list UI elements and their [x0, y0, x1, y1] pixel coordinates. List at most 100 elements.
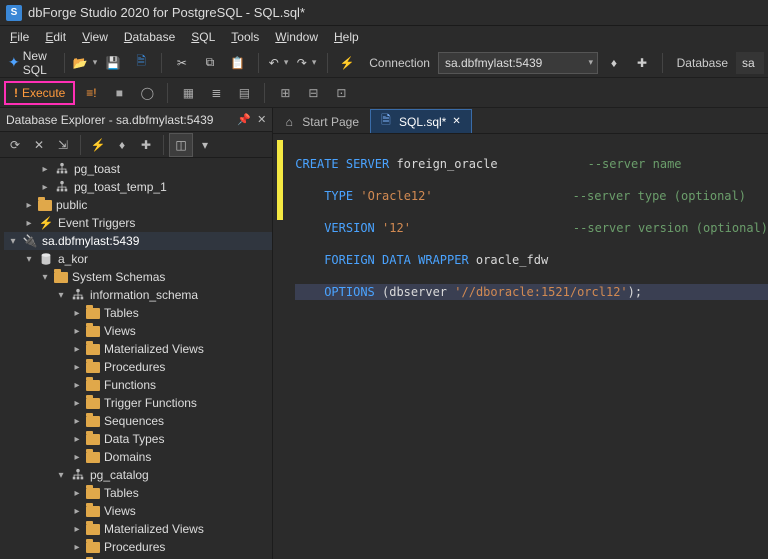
stop-icon: ■ [116, 86, 123, 100]
save-all-button[interactable]: 🗎 [129, 51, 153, 75]
menu-edit[interactable]: Edit [39, 28, 72, 46]
expand-toggle[interactable]: ▸ [72, 362, 82, 373]
connection-add-button[interactable]: ✚ [630, 51, 654, 75]
tree-node[interactable]: ▾System Schemas [4, 268, 272, 286]
expand-toggle[interactable]: ▸ [24, 218, 34, 229]
pin-icon[interactable]: 📌 [237, 113, 251, 126]
menu-file[interactable]: File [4, 28, 35, 46]
connection-select[interactable]: sa.dbfmylast:5439 ▾ [438, 52, 598, 74]
chart-view-button[interactable]: ▤ [232, 81, 256, 105]
expand-toggle[interactable]: ▸ [40, 182, 50, 193]
menu-window[interactable]: Window [269, 28, 324, 46]
tree-node[interactable]: ▸pg_toast_temp_1 [4, 178, 272, 196]
layout-1-button[interactable]: ⊞ [273, 81, 297, 105]
connect-button[interactable]: ⚡ [335, 51, 359, 75]
expand-toggle[interactable]: ▸ [72, 452, 82, 463]
expand-toggle[interactable]: ▸ [72, 416, 82, 427]
connection-props-button[interactable]: ♦ [111, 134, 133, 156]
folder-icon [86, 488, 100, 499]
expand-toggle[interactable]: ▾ [8, 236, 18, 247]
connection-manage-button[interactable]: ♦ [602, 51, 626, 75]
tree-node[interactable]: ▾a_kor [4, 250, 272, 268]
expand-toggle[interactable]: ▸ [72, 506, 82, 517]
tree-label: Materialized Views [104, 342, 204, 356]
undo-button[interactable]: ↶▾ [267, 51, 291, 75]
stop-button[interactable]: ■ [107, 81, 131, 105]
keyword: CREATE SERVER [295, 157, 389, 171]
collapse-button[interactable]: ⇲ [52, 134, 74, 156]
menu-tools[interactable]: Tools [225, 28, 265, 46]
folder-icon [86, 362, 100, 373]
tree-node[interactable]: ▸Domains [4, 448, 272, 466]
tree-node[interactable]: ▸public [4, 196, 272, 214]
paste-button[interactable]: 📋 [226, 51, 250, 75]
redo-button[interactable]: ↷▾ [295, 51, 319, 75]
tree-node[interactable]: ▸Procedures [4, 358, 272, 376]
tree-node[interactable]: ▾🔌sa.dbfmylast:5439 [4, 232, 272, 250]
tree-label: Trigger Functions [104, 396, 197, 410]
save-button[interactable]: 💾 [101, 51, 125, 75]
tree-node[interactable]: ▸Data Types [4, 430, 272, 448]
expand-toggle[interactable]: ▸ [72, 380, 82, 391]
grid-view-button[interactable]: ▦ [176, 81, 200, 105]
sql-editor[interactable]: CREATE SERVER foreign_oracle--server nam… [273, 134, 768, 559]
expand-toggle[interactable]: ▾ [56, 470, 66, 481]
menu-database[interactable]: Database [118, 28, 181, 46]
new-connection-button[interactable]: ⚡ [87, 134, 109, 156]
tree-node[interactable]: ▸⚡Event Triggers [4, 214, 272, 232]
expand-toggle[interactable]: ▸ [24, 200, 34, 211]
tree-node[interactable]: ▸Views [4, 502, 272, 520]
close-icon[interactable]: ✕ [257, 113, 266, 126]
execute-button[interactable]: ! Execute [4, 81, 75, 105]
expand-toggle[interactable]: ▸ [72, 434, 82, 445]
expand-toggle[interactable]: ▸ [72, 344, 82, 355]
schema-view-button[interactable]: ◫ [170, 134, 192, 156]
expand-toggle[interactable]: ▸ [72, 488, 82, 499]
open-button[interactable]: 📂▾ [73, 51, 97, 75]
close-icon[interactable]: ✕ [452, 116, 460, 127]
text-view-button[interactable]: ≣ [204, 81, 228, 105]
expand-toggle[interactable]: ▸ [72, 542, 82, 553]
copy-icon: ⧉ [206, 55, 215, 70]
tab-sql[interactable]: 🗎 SQL.sql* ✕ [370, 109, 472, 133]
connection-misc-button[interactable]: ✚ [135, 134, 157, 156]
expand-toggle[interactable]: ▸ [72, 398, 82, 409]
layout-3-button[interactable]: ⊡ [329, 81, 353, 105]
tree-node[interactable]: ▸Procedures [4, 538, 272, 556]
tree-node[interactable]: ▾pg_catalog [4, 466, 272, 484]
cut-button[interactable]: ✂ [170, 51, 194, 75]
expand-toggle[interactable]: ▸ [40, 164, 50, 175]
copy-button[interactable]: ⧉ [198, 51, 222, 75]
record-button[interactable]: ◯ [135, 81, 159, 105]
menu-help[interactable]: Help [328, 28, 365, 46]
schema-icon [70, 287, 86, 303]
expand-toggle[interactable]: ▸ [72, 524, 82, 535]
explorer-tree[interactable]: ▸pg_toast▸pg_toast_temp_1▸public▸⚡Event … [0, 158, 272, 559]
menu-view[interactable]: View [76, 28, 114, 46]
new-sql-button[interactable]: ✦ New SQL [4, 51, 56, 75]
tree-node[interactable]: ▸ Trigger Functions [4, 394, 272, 412]
filter-button[interactable]: ▾ [194, 134, 216, 156]
tree-node[interactable]: ▸ Materialized Views [4, 340, 272, 358]
tree-node[interactable]: ▾information_schema [4, 286, 272, 304]
tab-start-page[interactable]: ⌂ Start Page [273, 109, 370, 133]
tree-node[interactable]: ▸Materialized Views [4, 520, 272, 538]
filter-icon: ▾ [202, 138, 208, 152]
refresh-button[interactable]: ⟳ [4, 134, 26, 156]
tree-node[interactable]: ▸Functions [4, 376, 272, 394]
expand-toggle[interactable]: ▸ [72, 326, 82, 337]
tree-node[interactable]: ▸Sequences [4, 412, 272, 430]
close-connection-button[interactable]: ✕ [28, 134, 50, 156]
expand-toggle[interactable]: ▾ [40, 272, 50, 283]
database-select[interactable]: sa [736, 52, 764, 74]
tree-node[interactable]: ▸Tables [4, 304, 272, 322]
tree-node[interactable]: ▸pg_toast [4, 160, 272, 178]
expand-toggle[interactable]: ▾ [24, 254, 34, 265]
expand-toggle[interactable]: ▾ [56, 290, 66, 301]
execute-current-button[interactable]: ≡! [79, 81, 103, 105]
tree-node[interactable]: ▸Views [4, 322, 272, 340]
tree-node[interactable]: ▸Tables [4, 484, 272, 502]
menu-sql[interactable]: SQL [185, 28, 221, 46]
layout-2-button[interactable]: ⊟ [301, 81, 325, 105]
expand-toggle[interactable]: ▸ [72, 308, 82, 319]
